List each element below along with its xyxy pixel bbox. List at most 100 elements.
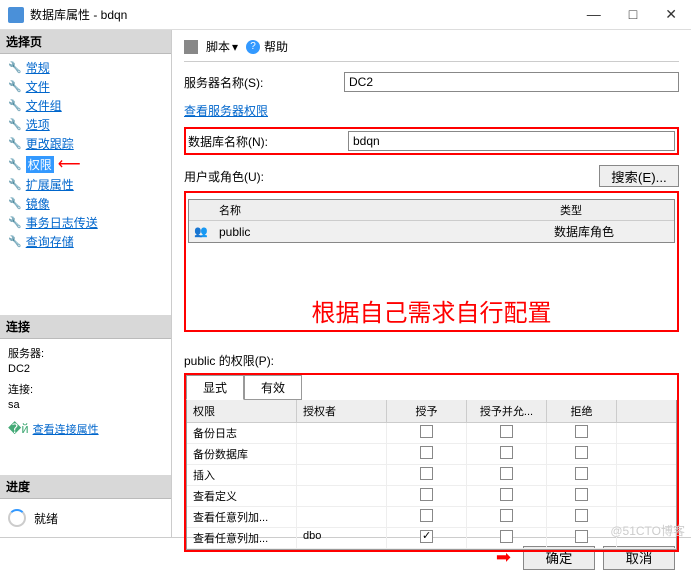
close-button[interactable]: ✕ [659,4,683,25]
wrench-icon: 🔧 [8,158,22,171]
checkbox[interactable] [420,467,433,480]
role-icon: 👥 [189,225,213,238]
tab-explicit[interactable]: 显式 [186,375,244,400]
checkbox[interactable] [500,425,513,438]
checkbox[interactable] [575,509,588,522]
checkbox[interactable] [500,530,513,543]
nav-item-filegroups[interactable]: 🔧文件组 [0,96,171,115]
perm-grantwith [467,444,547,464]
table-row[interactable]: 👥 public 数据库角色 [189,221,674,242]
perm-deny [547,507,617,527]
search-button[interactable]: 搜索(E)... [599,165,679,187]
role-name: public [213,225,554,239]
wrench-icon: 🔧 [8,118,22,131]
perm-grantor [297,486,387,506]
help-button[interactable]: ?帮助 [246,38,288,55]
nav-item-querystore[interactable]: 🔧查询存储 [0,232,171,251]
perm-grantor [297,465,387,485]
checkbox[interactable] [420,488,433,501]
chevron-down-icon: ▾ [232,40,238,54]
conn-label: 连接: [8,381,163,397]
perm-name: 备份日志 [187,423,297,443]
col-grantwith[interactable]: 授予并允... [467,400,547,422]
checkbox[interactable] [420,509,433,522]
wrench-icon: 🔧 [8,137,22,150]
script-dropdown[interactable]: 脚本▾ [206,38,238,55]
checkbox[interactable] [500,509,513,522]
role-type: 数据库角色 [554,223,674,240]
col-deny[interactable]: 拒绝 [547,400,617,422]
perm-grantor [297,507,387,527]
wrench-icon: 🔧 [8,216,22,229]
select-page-header: 选择页 [0,30,171,54]
minimize-button[interactable]: — [581,4,607,25]
roles-table: 名称 类型 👥 public 数据库角色 [188,199,675,243]
checkbox[interactable] [420,425,433,438]
user-role-label: 用户或角色(U): [184,168,591,185]
checkbox[interactable] [575,425,588,438]
nav-list: 🔧常规 🔧文件 🔧文件组 🔧选项 🔧更改跟踪 🔧权限⟵ 🔧扩展属性 🔧镜像 🔧事… [0,54,171,255]
nav-item-general[interactable]: 🔧常规 [0,58,171,77]
server-name-label: 服务器名称(S): [184,74,344,91]
perm-row[interactable]: 查看任意列加... [187,507,676,528]
perm-grantwith [467,507,547,527]
checkbox[interactable] [500,467,513,480]
perm-row[interactable]: 查看定义 [187,486,676,507]
checkbox[interactable] [420,446,433,459]
checkbox[interactable] [575,488,588,501]
perm-deny [547,423,617,443]
nav-item-options[interactable]: 🔧选项 [0,115,171,134]
help-icon: ? [246,40,260,54]
perm-grant [387,444,467,464]
view-server-perms-link[interactable]: 查看服务器权限 [184,102,268,119]
db-name-highlight: 数据库名称(N): [184,127,679,155]
nav-item-logshipping[interactable]: 🔧事务日志传送 [0,213,171,232]
perm-row[interactable]: 查看任意列加...dbo [187,528,676,549]
maximize-button[interactable]: □ [623,4,643,25]
content-pane: 脚本▾ ?帮助 服务器名称(S): 查看服务器权限 数据库名称(N): 用户或角… [172,30,691,537]
col-grantor[interactable]: 授权者 [297,400,387,422]
nav-item-permissions[interactable]: 🔧权限⟵ [0,153,171,175]
checkbox[interactable] [575,446,588,459]
checkbox[interactable] [575,467,588,480]
progress-block: 就绪 [0,499,171,537]
checkbox[interactable] [500,446,513,459]
checkbox[interactable] [420,530,433,543]
perm-grantwith [467,423,547,443]
col-grant[interactable]: 授予 [387,400,467,422]
nav-item-files[interactable]: 🔧文件 [0,77,171,96]
wrench-icon: 🔧 [8,99,22,112]
perm-row[interactable]: 插入 [187,465,676,486]
checkbox[interactable] [575,530,588,543]
checkbox[interactable] [500,488,513,501]
toolbar: 脚本▾ ?帮助 [184,38,679,62]
titlebar: 数据库属性 - bdqn — □ ✕ [0,0,691,30]
perm-grantwith [467,486,547,506]
nav-item-changetracking[interactable]: 🔧更改跟踪 [0,134,171,153]
progress-header: 进度 [0,475,171,499]
nav-item-mirror[interactable]: 🔧镜像 [0,194,171,213]
spinner-icon [8,509,26,527]
perm-row[interactable]: 备份日志 [187,423,676,444]
view-connection-props[interactable]: �й查看连接属性 [8,421,163,437]
db-name-label: 数据库名称(N): [188,133,348,150]
perm-grantor: dbo [297,528,387,548]
wrench-icon: 🔧 [8,197,22,210]
wrench-icon: 🔧 [8,80,22,93]
nav-item-extended[interactable]: 🔧扩展属性 [0,175,171,194]
col-type[interactable]: 类型 [554,200,674,220]
col-name[interactable]: 名称 [213,200,554,220]
server-name-input[interactable] [344,72,679,92]
perm-grantwith [467,465,547,485]
perm-table: 权限 授权者 授予 授予并允... 拒绝 备份日志备份数据库插入查看定义查看任意… [186,400,677,550]
perm-highlight: 显式 有效 权限 授权者 授予 授予并允... 拒绝 备份日志备份数据库插入查看… [184,373,679,552]
wrench-icon: 🔧 [8,61,22,74]
wrench-icon: 🔧 [8,235,22,248]
perm-row[interactable]: 备份数据库 [187,444,676,465]
connection-header: 连接 [0,315,171,339]
tab-effective[interactable]: 有效 [244,375,302,400]
perm-deny [547,465,617,485]
db-name-input[interactable] [348,131,675,151]
col-perm[interactable]: 权限 [187,400,297,422]
roles-highlight: 名称 类型 👥 public 数据库角色 根据自己需求自行配置 [184,191,679,332]
